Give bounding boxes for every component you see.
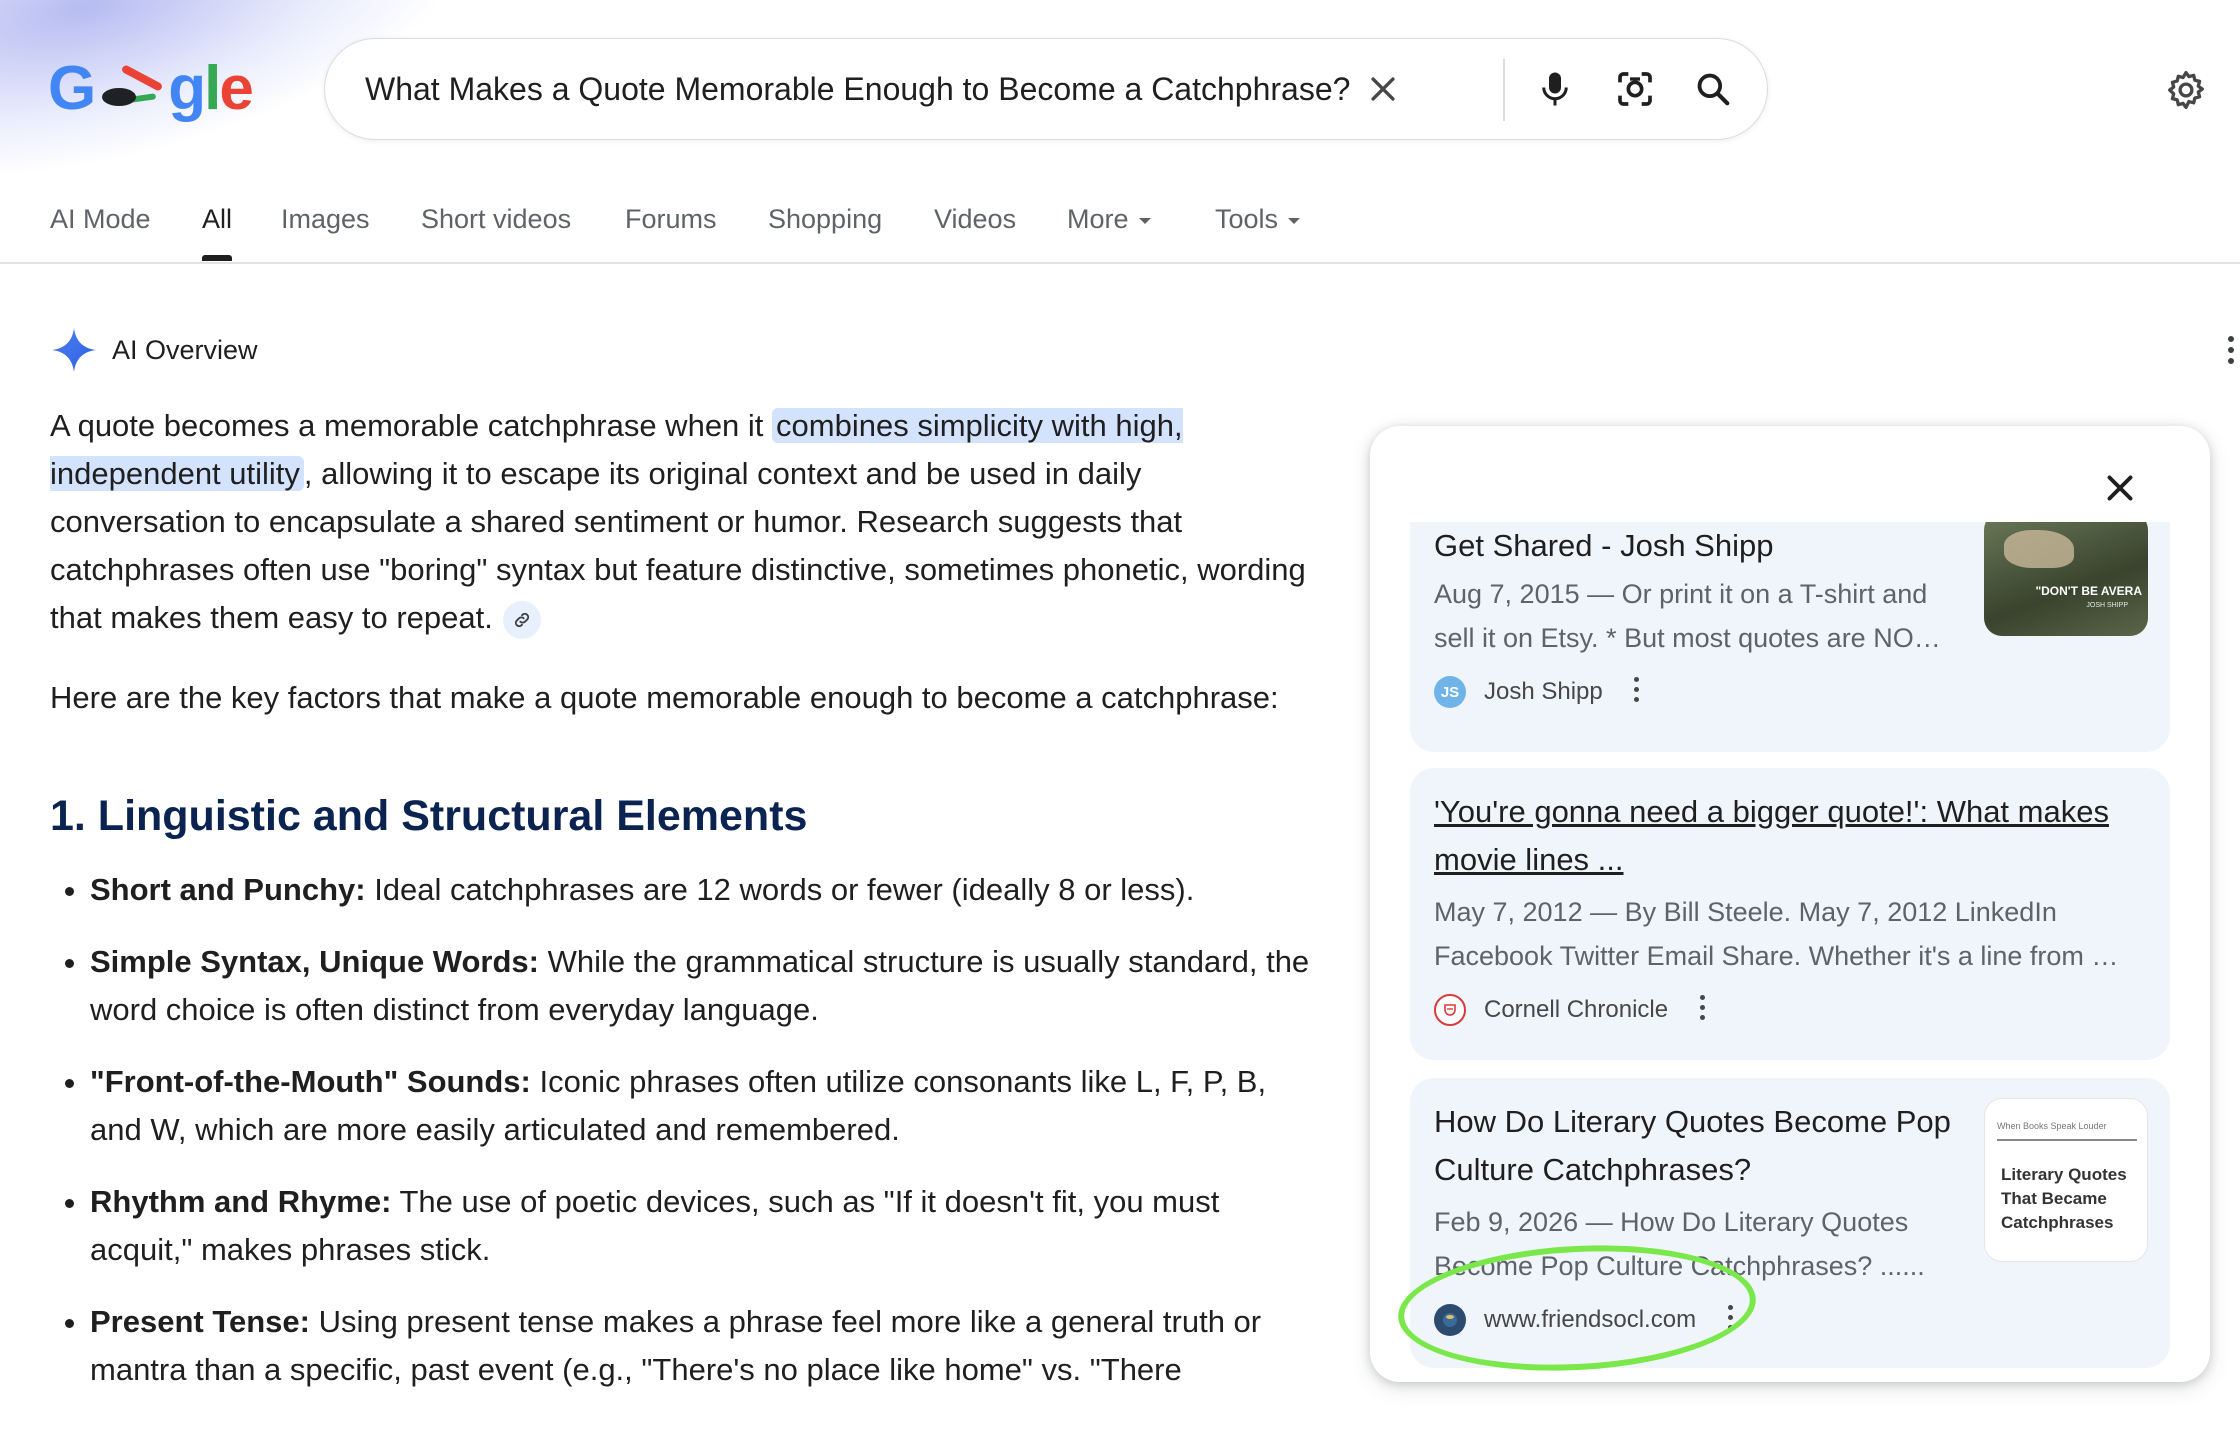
globe-favicon-icon (1434, 1304, 1466, 1336)
link-icon[interactable] (502, 600, 541, 639)
thumbnail-small-text: When Books Speak Louder (1997, 1121, 2107, 1131)
intro-text-start: A quote becomes a memorable catchphrase … (50, 408, 773, 443)
more-options-icon[interactable] (1724, 1305, 1736, 1335)
chevron-down-icon (1138, 217, 1151, 224)
hockey-doodle-icon (96, 64, 166, 108)
source-title[interactable]: Get Shared - Josh Shipp (1434, 522, 1954, 570)
favicon: JS (1434, 676, 1466, 708)
search-box[interactable]: What Makes a Quote Memorable Enough to B… (324, 38, 1768, 140)
logo-letter-g: G (48, 53, 96, 123)
gear-icon[interactable] (2160, 64, 2212, 116)
ai-overview-intro: A quote becomes a memorable catchphrase … (50, 402, 1320, 642)
cornell-favicon-icon (1434, 994, 1466, 1026)
thumbnail-caption: "DON'T BE AVERA (2035, 584, 2142, 598)
tabs-divider (0, 262, 2240, 264)
camera-lens-icon[interactable] (1611, 65, 1659, 113)
source-snippet: Feb 9, 2026 — How Do Literary Quotes Bec… (1434, 1207, 1925, 1281)
tab-more-label: More (1067, 204, 1129, 234)
list-item: Simple Syntax, Unique Words: While the g… (90, 938, 1320, 1034)
ai-overview-lead-in: Here are the key factors that make a quo… (50, 680, 1279, 715)
search-icon[interactable] (1689, 65, 1737, 113)
source-card-list: Get Shared - Josh Shipp Aug 7, 2015 — Or… (1410, 522, 2170, 1382)
google-logo[interactable]: G gle (48, 48, 254, 128)
search-tabs: AI Mode All Images Short videos Forums S… (0, 190, 2240, 262)
source-snippet: May 7, 2012 — By Bill Steele. May 7, 201… (1434, 897, 2119, 971)
factor-term: "Front-of-the-Mouth" Sounds: (90, 1064, 531, 1099)
tab-tools[interactable]: Tools (1215, 204, 1301, 235)
source-title[interactable]: How Do Literary Quotes Become Pop Cultur… (1434, 1098, 1954, 1194)
list-item: Short and Punchy: Ideal catchphrases are… (90, 866, 1320, 914)
list-item: Rhythm and Rhyme: The use of poetic devi… (90, 1178, 1320, 1274)
source-site-name[interactable]: Josh Shipp (1484, 678, 1603, 706)
factor-text: Ideal catchphrases are 12 words or fewer… (365, 872, 1195, 907)
ai-overview-header: AI Overview (50, 326, 258, 374)
tab-forums[interactable]: Forums (625, 204, 717, 235)
section-heading: 1. Linguistic and Structural Elements (50, 792, 808, 840)
active-tab-indicator (202, 255, 232, 261)
sparkle-icon (52, 328, 96, 372)
source-card[interactable]: Get Shared - Josh Shipp Aug 7, 2015 — Or… (1410, 522, 2170, 752)
thumbnail-subcaption: JOSH SHIPP (2086, 602, 2128, 609)
more-options-icon[interactable] (1631, 677, 1643, 707)
search-divider (1503, 59, 1505, 121)
source-site-name[interactable]: www.friendsocl.com (1484, 1306, 1696, 1334)
search-input[interactable]: What Makes a Quote Memorable Enough to B… (365, 39, 1350, 139)
tab-videos[interactable]: Videos (934, 204, 1016, 235)
source-meta: JS Josh Shipp (1434, 672, 1643, 712)
source-title[interactable]: 'You're gonna need a bigger quote!': Wha… (1434, 788, 2146, 884)
source-meta: Cornell Chronicle (1434, 990, 1708, 1030)
tab-tools-label: Tools (1215, 204, 1279, 234)
factor-list: Short and Punchy: Ideal catchphrases are… (50, 866, 1320, 1394)
source-thumbnail[interactable]: "DON'T BE AVERA JOSH SHIPP (1984, 522, 2148, 636)
source-thumbnail[interactable]: When Books Speak Louder Literary Quotes … (1984, 1098, 2148, 1262)
tab-shopping[interactable]: Shopping (768, 204, 882, 235)
list-item: "Front-of-the-Mouth" Sounds: Iconic phra… (90, 1058, 1320, 1154)
tab-images[interactable]: Images (281, 204, 370, 235)
more-options-icon[interactable] (2222, 336, 2240, 370)
mic-icon[interactable] (1531, 65, 1579, 113)
close-icon[interactable] (1359, 65, 1407, 113)
source-meta: www.friendsocl.com (1434, 1300, 1736, 1340)
tab-short-videos[interactable]: Short videos (421, 204, 571, 235)
logo-letter-g2: g (168, 53, 206, 123)
ai-overview-title: AI Overview (112, 334, 258, 365)
factor-term: Short and Punchy: (90, 872, 366, 907)
tab-more[interactable]: More (1067, 204, 1151, 235)
close-icon[interactable] (2090, 458, 2150, 518)
factor-term: Simple Syntax, Unique Words: (90, 944, 540, 979)
source-snippet: Aug 7, 2015 — Or print it on a T-shirt a… (1434, 579, 1941, 653)
source-card[interactable]: 'You're gonna need a bigger quote!': Wha… (1410, 768, 2170, 1060)
factor-term: Rhythm and Rhyme: (90, 1184, 392, 1219)
source-site-name[interactable]: Cornell Chronicle (1484, 996, 1668, 1024)
more-options-icon[interactable] (1696, 995, 1708, 1025)
logo-letter-e: e (219, 53, 254, 123)
sources-panel: Get Shared - Josh Shipp Aug 7, 2015 — Or… (1370, 426, 2210, 1382)
logo-letter-l: l (204, 53, 221, 123)
thumbnail-title: Literary Quotes That Became Catchphrases (2001, 1165, 2127, 1232)
source-card[interactable]: How Do Literary Quotes Become Pop Cultur… (1410, 1078, 2170, 1368)
factor-term: Present Tense: (90, 1304, 310, 1339)
list-item: Present Tense: Using present tense makes… (90, 1298, 1320, 1394)
tab-ai-mode[interactable]: AI Mode (50, 204, 151, 235)
chevron-down-icon (1288, 217, 1301, 224)
ai-overview-content: A quote becomes a memorable catchphrase … (50, 402, 1320, 1418)
tab-all[interactable]: All (202, 204, 232, 235)
